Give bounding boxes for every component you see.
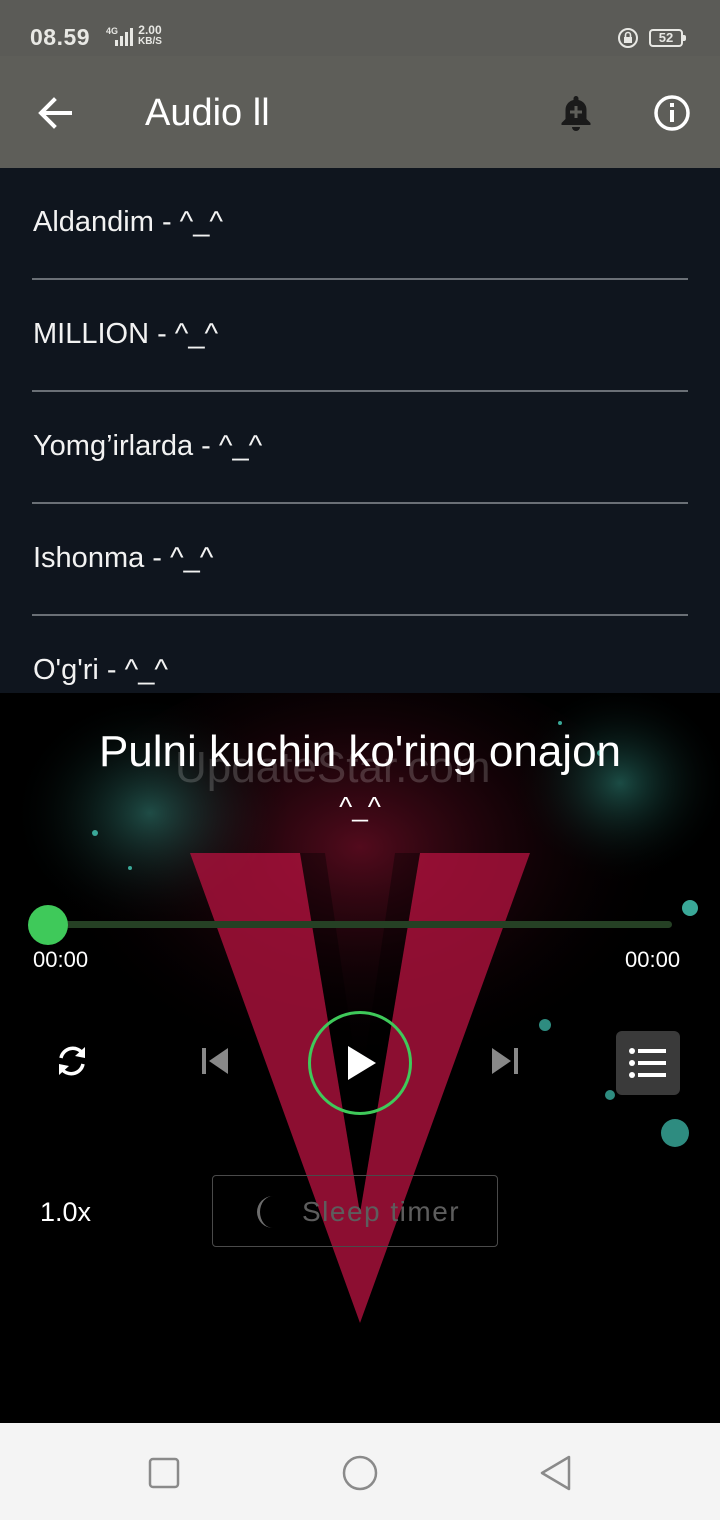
playlist-item[interactable]: Aldandim - ^_^ — [32, 168, 688, 280]
total-time: 00:00 — [625, 947, 681, 972]
playback-speed-button[interactable]: 1.0x — [40, 1197, 91, 1228]
network-speed-unit: KB/S — [138, 36, 162, 47]
status-bar: 08.59 4G 2.00 KB/S 52 — [0, 0, 720, 56]
progress-thumb[interactable] — [28, 905, 68, 945]
app-bar: Audio ll — [0, 56, 720, 168]
playlist: Aldandim - ^_^ MILLION - ^_^ Yomg’irlard… — [0, 168, 720, 693]
network-speed-value: 2.00 — [138, 23, 162, 37]
now-playing-artist: ^_^ — [339, 791, 381, 822]
back-triangle-icon[interactable] — [534, 1451, 578, 1495]
recent-apps-icon[interactable] — [142, 1451, 186, 1495]
now-playing-title: Pulni kuchin ko'ring onajon — [98, 727, 622, 776]
list-icon — [629, 1048, 666, 1078]
home-icon[interactable] — [338, 1451, 382, 1495]
moon-icon — [257, 1196, 273, 1228]
playlist-item[interactable]: Yomg’irlarda - ^_^ — [32, 392, 688, 504]
progress-track[interactable] — [48, 921, 672, 928]
skip-next-icon — [492, 1048, 518, 1074]
repeat-icon — [59, 1046, 85, 1076]
network-speed: 2.00 KB/S — [138, 24, 162, 48]
skip-previous-icon — [202, 1048, 228, 1074]
page-title: Audio ll — [145, 92, 270, 134]
track-title: Yomg’irlarda - ^_^ — [33, 430, 263, 462]
play-button[interactable] — [308, 1011, 412, 1115]
repeat-button[interactable] — [46, 1035, 98, 1087]
battery-indicator: 52 — [649, 29, 686, 47]
track-title: Ishonma - ^_^ — [33, 542, 214, 574]
track-title: MILLION - ^_^ — [33, 318, 219, 350]
status-time: 08.59 — [30, 24, 91, 50]
previous-button[interactable] — [192, 1035, 238, 1087]
sleep-timer-label: Sleep timer — [302, 1196, 461, 1227]
current-time: 00:00 — [33, 947, 89, 972]
info-icon[interactable] — [648, 88, 696, 138]
playlist-item[interactable]: MILLION - ^_^ — [32, 280, 688, 392]
sleep-timer-button[interactable]: Sleep timer — [212, 1175, 498, 1247]
player-panel: UpdateStar.com Pulni kuchin ko'ring onaj… — [0, 693, 720, 1423]
add-alarm-icon[interactable] — [552, 88, 600, 138]
playlist-item[interactable]: Ishonma - ^_^ — [32, 504, 688, 616]
playlist-item[interactable]: O'g'ri - ^_^ — [32, 616, 688, 693]
track-title: Aldandim - ^_^ — [33, 206, 224, 238]
next-button[interactable] — [482, 1035, 528, 1087]
system-nav-bar — [0, 1423, 720, 1520]
rotation-lock-icon — [618, 28, 638, 48]
signal-icon — [115, 28, 133, 46]
play-icon — [348, 1046, 376, 1080]
queue-button[interactable] — [616, 1031, 680, 1095]
back-arrow-icon[interactable] — [30, 88, 80, 138]
track-title: O'g'ri - ^_^ — [33, 654, 168, 686]
